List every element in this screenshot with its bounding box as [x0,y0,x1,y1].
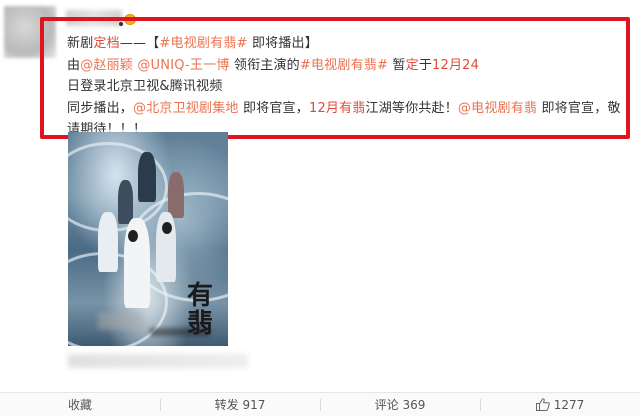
highlight-text: 12月24 [432,57,480,73]
mention-link[interactable]: @赵丽颖 [80,58,133,73]
post-text-segment: 暂 [388,57,406,73]
like-count: 1277 [553,397,585,412]
repost-label: 转发 917 [214,398,266,412]
highlight-text: 定 [405,57,419,73]
action-bar: 收藏 转发 917 评论 369 1277 [0,392,640,416]
post-text-segment: 由 [67,57,81,73]
post-text-segment: 日登录北京卫视&腾讯视频 [67,79,223,94]
mention-link[interactable]: @UNIQ-王一博 [137,58,229,73]
comment-button[interactable]: 评论 369 [320,393,480,416]
post-text: 新剧定档——【#电视剧有翡# 即将播出】 由@赵丽颖 @UNIQ-王一博 领衔主… [67,33,632,141]
post-text-segment: 领衔主演的 [229,57,300,73]
favorite-label: 收藏 [67,398,92,412]
avatar[interactable] [4,6,56,58]
poster-blurred-text [150,328,210,336]
username[interactable] [66,10,122,26]
watermark-blur [98,312,142,330]
post-text-segment: 于 [418,57,433,73]
separator-dot [119,22,123,26]
thumbs-up-icon [535,398,550,411]
post-line-2: 由@赵丽颖 @UNIQ-王一博 领衔主演的#电视剧有翡# 暂定于12月24 日登录… [67,55,632,98]
post-line-3: 同步播出，@北京卫视剧集地 即将官宣，12月有翡江湖等你共赴！@电视剧有翡 即将… [67,98,632,120]
post-text-segment: ——【 [119,36,160,51]
mention-link[interactable]: @北京卫视剧集地 [133,101,239,116]
comment-label: 评论 369 [374,398,426,412]
like-button[interactable]: 1277 [480,393,640,416]
highlight-text: 定档 [93,36,120,51]
post-text-segment: 同步播出， [67,100,134,116]
post-text-segment: 即将播出】 [247,36,318,51]
hashtag-link[interactable]: #电视剧有翡# [159,36,247,51]
repost-button[interactable]: 转发 917 [160,393,320,416]
hashtag-link[interactable]: #电视剧有翡# [300,58,388,73]
favorite-button[interactable]: 收藏 [0,393,160,416]
caption-blur [68,354,248,368]
vip-badge-icon [124,14,136,25]
post-text-segment: 即将官宣， [238,100,309,116]
post-text-segment: 江湖等你共赴！ [365,100,458,116]
mention-link[interactable]: @电视剧有翡 [458,101,537,116]
post-line-1: 新剧定档——【#电视剧有翡# 即将播出】 [67,33,632,55]
post-text-segment: 即将官宣，敬 [537,100,621,116]
post-text-segment: 新剧 [67,36,94,51]
highlight-text: 12月有翡 [308,100,366,116]
drama-poster-image[interactable]: 有翡 [68,132,228,346]
